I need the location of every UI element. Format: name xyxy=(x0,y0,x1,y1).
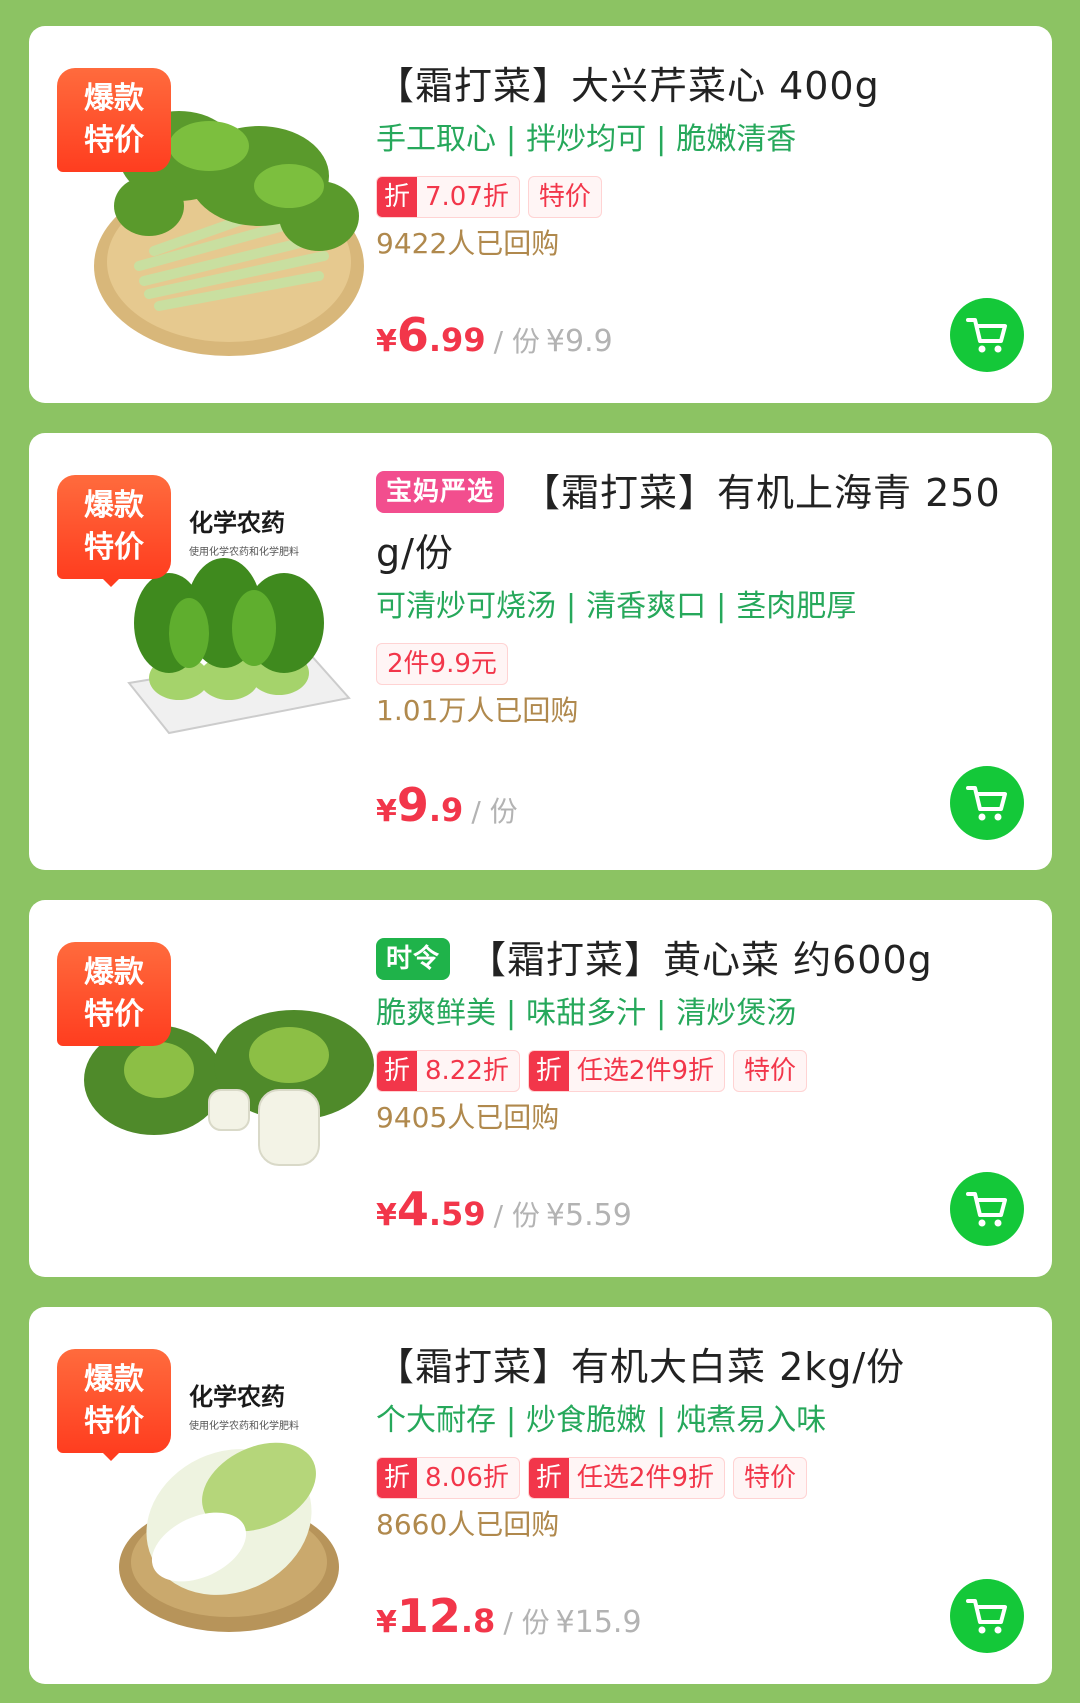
promo-tags: 折 7.07折 特价 xyxy=(376,176,1022,218)
bundle-price-tag: 2件9.9元 xyxy=(376,643,508,685)
price: ¥4.59/ 份 ¥5.59 xyxy=(376,1182,632,1236)
product-card[interactable]: 爆款 特价 时令 【霜打菜】黄心菜 约600g 脆爽鲜美 | 味甜多汁 | 清炒煲汤 折 8.… xyxy=(29,900,1052,1277)
promo-tags: 折 8.22折折任选2件9折 特价 xyxy=(376,1050,1022,1092)
hot-sale-badge: 爆款 特价 xyxy=(57,1349,171,1461)
hot-sale-badge: 爆款 特价 xyxy=(57,68,171,172)
product-features: 可清炒可烧汤 | 清香爽口 | 茎肉肥厚 xyxy=(376,589,857,624)
add-to-cart-button[interactable] xyxy=(950,1579,1024,1653)
rebuy-count: 8660人已回购 xyxy=(376,1508,560,1541)
hot-sale-badge: 爆款 特价 xyxy=(57,475,171,587)
promo-tags: 2件9.9元 xyxy=(376,643,1022,685)
product-features: 脆爽鲜美 | 味甜多汁 | 清炒煲汤 xyxy=(376,996,797,1031)
product-card[interactable]: 爆款 特价 【霜打菜】大兴芹菜心 400g 手工取心 | 拌炒均可 | 脆嫩清香 折 7.0… xyxy=(29,26,1052,403)
svg-text:使用化学农药和化学肥料: 使用化学农药和化学肥料 xyxy=(189,1419,299,1432)
add-to-cart-button[interactable] xyxy=(950,766,1024,840)
svg-text:化学农药: 化学农药 xyxy=(189,509,285,537)
bundle-discount-tag: 折任选2件9折 xyxy=(527,1457,725,1499)
special-price-tag: 特价 xyxy=(527,176,602,218)
promo-tags: 折 8.06折折任选2件9折 特价 xyxy=(376,1457,1022,1499)
shopping-cart-icon xyxy=(966,786,1007,821)
product-title[interactable]: 【霜打菜】有机大白菜 2kg/份 xyxy=(376,1337,1022,1397)
product-card[interactable]: 化学农药 使用化学农药和化学肥料 爆款 特价 宝妈严选 【霜打菜】有机上海青 250… xyxy=(29,433,1052,870)
price: ¥6.99/ 份 ¥9.9 xyxy=(376,308,613,362)
discount-tag: 折 8.06折 xyxy=(376,1457,520,1499)
discount-tag: 折 7.07折 xyxy=(376,176,520,218)
product-title[interactable]: 【霜打菜】大兴芹菜心 400g xyxy=(376,56,1022,116)
add-to-cart-button[interactable] xyxy=(950,298,1024,372)
rebuy-count: 9405人已回购 xyxy=(376,1101,560,1134)
add-to-cart-button[interactable] xyxy=(950,1172,1024,1246)
rebuy-count: 1.01万人已回购 xyxy=(376,694,579,727)
price: ¥9.9/ 份 xyxy=(376,778,518,832)
mom-selected-tag: 宝妈严选 xyxy=(376,470,505,513)
product-title[interactable]: 时令 【霜打菜】黄心菜 约600g xyxy=(376,930,1022,990)
svg-text:化学农药: 化学农药 xyxy=(189,1383,285,1411)
discount-tag: 折 8.22折 xyxy=(376,1050,520,1092)
shopping-cart-icon xyxy=(966,318,1007,353)
hot-sale-badge: 爆款 特价 xyxy=(57,942,171,1046)
shopping-cart-icon xyxy=(966,1192,1007,1227)
special-price-tag: 特价 xyxy=(733,1457,808,1499)
seasonal-tag: 时令 xyxy=(376,937,451,980)
product-features: 手工取心 | 拌炒均可 | 脆嫩清香 xyxy=(376,122,797,157)
special-price-tag: 特价 xyxy=(733,1050,808,1092)
product-features: 个大耐存 | 炒食脆嫩 | 炖煮易入味 xyxy=(376,1403,827,1438)
bundle-discount-tag: 折任选2件9折 xyxy=(527,1050,725,1092)
price: ¥12.8/ 份 ¥15.9 xyxy=(376,1589,642,1643)
svg-text:使用化学农药和化学肥料: 使用化学农药和化学肥料 xyxy=(189,545,299,558)
rebuy-count: 9422人已回购 xyxy=(376,227,560,260)
product-card[interactable]: 化学农药 使用化学农药和化学肥料 爆款 特价 【霜打菜】有机大白菜 2kg/份 个… xyxy=(29,1307,1052,1684)
product-title[interactable]: 宝妈严选 【霜打菜】有机上海青 250 g/份 xyxy=(376,463,1022,583)
shopping-cart-icon xyxy=(966,1599,1007,1634)
